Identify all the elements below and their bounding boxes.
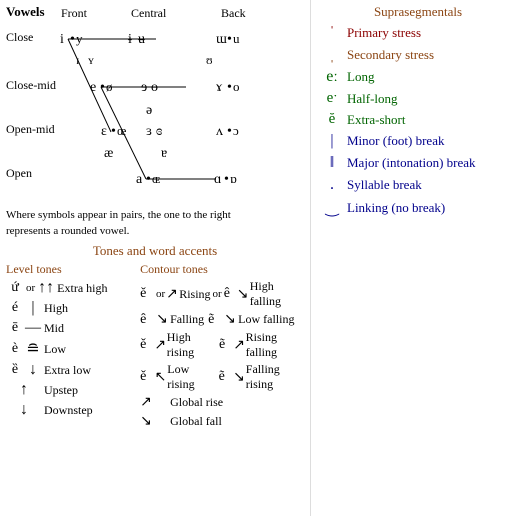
- supra-linking: ‿ Linking (no break): [317, 198, 519, 218]
- tone-downstep: ↓ Downstep: [6, 401, 136, 419]
- row-label-close: Close: [6, 30, 33, 45]
- supra-syllable-break: . Syllable break: [317, 176, 519, 194]
- contour-rising: ě or ↗ Rising or ê ↘ High falling: [140, 279, 304, 309]
- svg-text:ɛ: ɛ: [101, 124, 107, 139]
- row-label-open: Open: [6, 166, 32, 181]
- supra-halflong: eˑ Half-long: [317, 90, 519, 107]
- svg-text:ɒ: ɒ: [230, 171, 237, 186]
- svg-text:u: u: [233, 31, 240, 46]
- svg-text:•: •: [70, 32, 75, 47]
- svg-text:i: i: [60, 32, 64, 47]
- tone-low: è ≘ Low: [6, 339, 136, 359]
- svg-text:ɑ: ɑ: [214, 172, 221, 187]
- vowel-note: Where symbols appear in pairs, the one t…: [6, 208, 301, 239]
- vowel-chart-svg: i • y ɨ ʉ ɯ • u ɪ ʏ ʊ e • ø: [46, 19, 311, 209]
- svg-text:•: •: [100, 80, 105, 95]
- supra-minor-break: | Minor (foot) break: [317, 132, 519, 150]
- tone-extra-low: ȅ ↓ Extra low: [6, 361, 136, 379]
- supra-title: Suprasegmentals: [317, 4, 519, 20]
- contour-falling: ê ↘ Falling ẽ ↘ Low falling: [140, 311, 304, 328]
- tones-section: Tones and word accents Level tones ứ or …: [6, 243, 304, 432]
- svg-text:ɶ: ɶ: [152, 171, 160, 186]
- svg-text:ʊ: ʊ: [206, 53, 213, 67]
- svg-text:ɯ: ɯ: [216, 32, 227, 47]
- svg-text:•: •: [111, 124, 116, 139]
- svg-text:•: •: [227, 32, 232, 47]
- contour-global-rise: ↗ Global rise: [140, 394, 304, 411]
- svg-text:ɨ: ɨ: [128, 32, 132, 47]
- svg-text:ʌ: ʌ: [216, 124, 223, 139]
- level-tones-title: Level tones: [6, 262, 136, 277]
- tone-extra-high: ứ or ↑↑ Extra high: [6, 279, 136, 297]
- tone-upstep: ↑ Upstep: [6, 381, 136, 399]
- supra-primary: ˈ Primary stress: [317, 24, 519, 42]
- contour-tones-title: Contour tones: [140, 262, 304, 277]
- supra-secondary: ˌ Secondary stress: [317, 46, 519, 64]
- supra-major-break: ‖ Major (intonation) break: [317, 154, 519, 172]
- svg-text:a: a: [136, 172, 143, 187]
- svg-text:æ: æ: [104, 146, 113, 161]
- svg-text:ɤ: ɤ: [216, 80, 223, 95]
- supra-extrashort: ĕ Extra-short: [317, 111, 519, 128]
- contour-low-rising: ě ↖ Low rising ẽ ↘ Falling rising: [140, 362, 304, 392]
- svg-text:ʉ: ʉ: [138, 32, 145, 47]
- svg-text:ɜ: ɜ: [146, 124, 152, 139]
- contour-high-rising: ě ↗ High rising ẽ ↗ Rising falling: [140, 330, 304, 360]
- svg-text:o: o: [233, 79, 240, 94]
- tone-high: é | High: [6, 299, 136, 317]
- svg-text:ɔ: ɔ: [233, 123, 239, 138]
- svg-text:ø: ø: [106, 79, 113, 94]
- svg-text:e: e: [90, 80, 96, 95]
- svg-text:•: •: [227, 80, 232, 95]
- supra-long: eː Long: [317, 68, 519, 86]
- svg-text:ɞ: ɞ: [156, 124, 162, 139]
- tone-mid: ē — Mid: [6, 319, 136, 337]
- svg-text:ɵ: ɵ: [151, 80, 158, 95]
- svg-text:y: y: [76, 31, 83, 46]
- svg-text:ɐ: ɐ: [161, 146, 167, 161]
- tones-title: Tones and word accents: [6, 243, 304, 259]
- contour-global-fall: ↘ Global fall: [140, 413, 304, 430]
- svg-text:ʏ: ʏ: [88, 53, 94, 67]
- svg-text:ə: ə: [146, 103, 152, 118]
- svg-text:•: •: [146, 172, 151, 187]
- svg-text:ɪ: ɪ: [76, 53, 79, 67]
- svg-text:•: •: [224, 172, 229, 187]
- svg-text:ɘ: ɘ: [141, 80, 147, 95]
- svg-text:œ: œ: [117, 123, 126, 138]
- svg-text:•: •: [227, 124, 232, 139]
